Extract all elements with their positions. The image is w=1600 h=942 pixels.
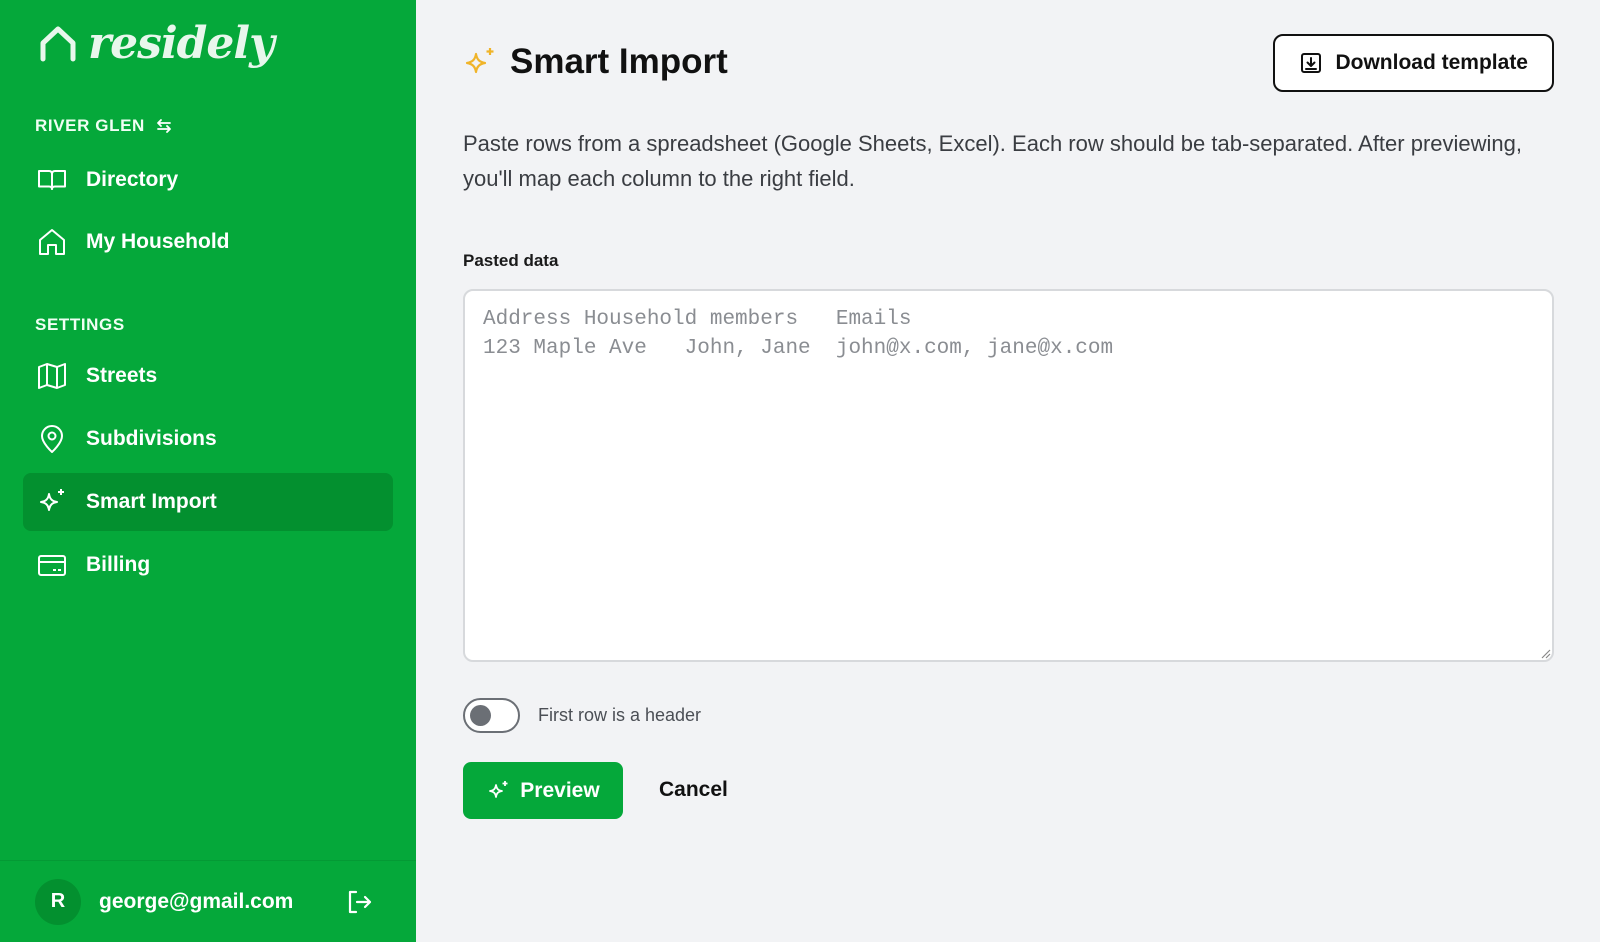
resize-grip-icon[interactable] xyxy=(1541,649,1551,659)
map-icon xyxy=(38,363,66,389)
settings-label: SETTINGS xyxy=(35,315,125,334)
download-template-label: Download template xyxy=(1335,51,1528,74)
brand-name: residely xyxy=(88,18,275,69)
page-header: Smart Import xyxy=(462,42,728,82)
sparkles-icon xyxy=(40,489,64,511)
community-name: RIVER GLEN xyxy=(35,116,145,135)
map-pin-icon xyxy=(41,425,63,453)
header-toggle-row: First row is a header xyxy=(463,698,701,733)
sidebar: residely RIVER GLEN Directory My Househo… xyxy=(0,0,416,942)
sidebar-item-label: Directory xyxy=(86,168,179,191)
cancel-button[interactable]: Cancel xyxy=(659,778,728,802)
settings-heading: SETTINGS xyxy=(35,315,125,335)
brand-logo[interactable]: residely xyxy=(38,18,275,69)
preview-label: Preview xyxy=(520,778,600,802)
preview-button[interactable]: Preview xyxy=(463,762,623,819)
user-email: george@gmail.com xyxy=(99,889,294,913)
home-icon xyxy=(39,229,65,255)
sidebar-item-label: Billing xyxy=(86,553,151,576)
download-icon xyxy=(1301,53,1322,73)
sparkles-icon xyxy=(465,48,494,74)
sidebar-item-my-household[interactable]: My Household xyxy=(23,213,393,271)
toggle-label: First row is a header xyxy=(538,705,702,725)
book-icon xyxy=(38,170,66,190)
main-content: Smart Import Download template Paste row… xyxy=(416,0,1600,942)
sidebar-item-label: Streets xyxy=(86,364,158,387)
logout-icon[interactable] xyxy=(344,887,374,917)
sidebar-item-directory[interactable]: Directory xyxy=(23,151,393,209)
sidebar-item-subdivisions[interactable]: Subdivisions xyxy=(23,410,393,468)
house-arch-icon xyxy=(40,26,76,62)
pasted-data-label: Pasted data xyxy=(463,251,559,270)
sidebar-item-smart-import[interactable]: Smart Import xyxy=(23,473,393,531)
avatar[interactable]: R xyxy=(35,878,81,925)
switch-arrows-icon xyxy=(157,119,171,133)
sidebar-item-label: Smart Import xyxy=(86,490,217,513)
sidebar-item-label: Subdivisions xyxy=(86,427,217,450)
download-template-button[interactable]: Download template xyxy=(1273,34,1554,92)
user-footer: R george@gmail.com xyxy=(0,860,416,942)
sidebar-item-billing[interactable]: Billing xyxy=(23,536,393,594)
page-title: Smart Import xyxy=(510,42,728,81)
sparkles-icon xyxy=(489,780,508,798)
page-description: Paste rows from a spreadsheet (Google Sh… xyxy=(463,131,1522,191)
toggle-knob xyxy=(470,705,491,726)
sidebar-item-streets[interactable]: Streets xyxy=(23,347,393,405)
community-switcher[interactable]: RIVER GLEN xyxy=(35,116,173,136)
first-row-header-toggle[interactable] xyxy=(463,698,520,733)
credit-card-icon xyxy=(38,555,66,576)
sidebar-item-label: My Household xyxy=(86,230,230,253)
pasted-data-textarea[interactable] xyxy=(463,289,1554,662)
